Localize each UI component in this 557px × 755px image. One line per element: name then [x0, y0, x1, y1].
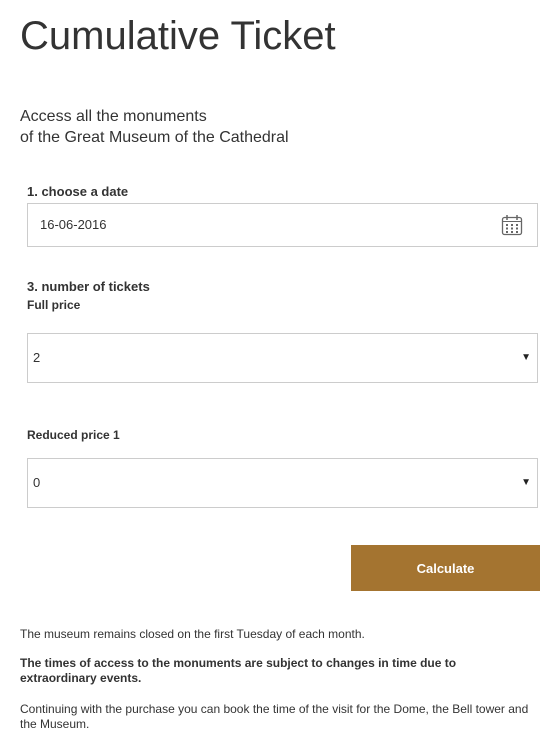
date-label: 1. choose a date — [27, 184, 129, 199]
caret-down-icon: ▼ — [521, 477, 531, 488]
full-price-label: Full price — [27, 298, 81, 312]
date-value: 16-06-2016 — [40, 217, 107, 232]
full-price-select[interactable]: 2 ▼ — [27, 333, 538, 383]
continuing-note: Continuing with the purchase you can boo… — [20, 702, 529, 731]
page-title: Cumulative Ticket — [20, 14, 336, 58]
subtitle-line-2: of the Great Museum of the Cathedral — [20, 129, 289, 146]
calendar-icon[interactable] — [501, 214, 523, 236]
date-field[interactable]: 16-06-2016 — [27, 203, 538, 247]
caret-down-icon: ▼ — [521, 352, 531, 363]
subtitle-line-1: Access all the monuments — [20, 108, 207, 125]
reduced-price-select[interactable]: 0 ▼ — [27, 458, 538, 508]
reduced-price-value: 0 — [33, 475, 41, 490]
closed-note: The museum remains closed on the first T… — [20, 627, 365, 641]
reduced-price-label: Reduced price 1 — [27, 428, 120, 442]
calculate-button[interactable]: Calculate — [351, 545, 540, 591]
full-price-value: 2 — [33, 350, 41, 365]
page-subtitle: Access all the monuments of the Great Mu… — [20, 106, 289, 148]
access-changes-note: The times of access to the monuments are… — [20, 656, 457, 685]
tickets-label: 3. number of tickets — [27, 279, 150, 294]
